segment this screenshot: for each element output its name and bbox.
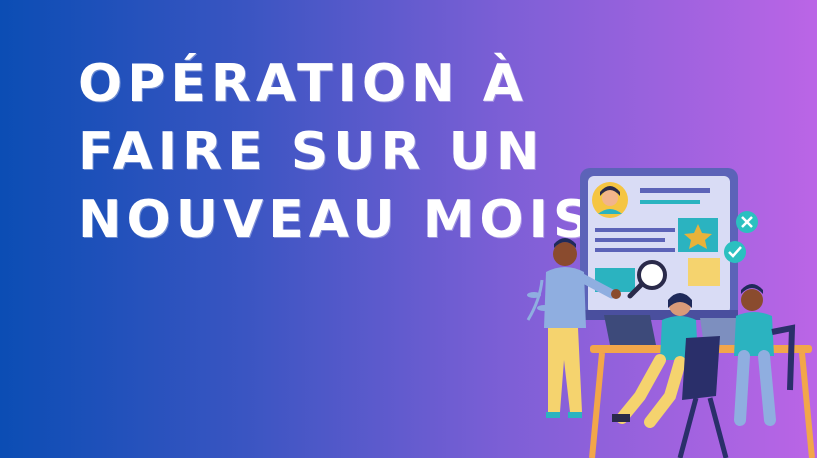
title-line-3: nouveau mois	[78, 190, 596, 250]
team-illustration	[526, 168, 815, 458]
title-line-1: Opération à	[78, 54, 528, 114]
close-icon	[736, 211, 758, 233]
banner-title: Opération à faire sur un nouveau mois	[78, 50, 596, 254]
chair	[677, 336, 729, 458]
title-line-2: faire sur un	[78, 122, 545, 182]
avatar-icon	[592, 182, 628, 218]
check-icon	[724, 241, 746, 263]
banner: Opération à faire sur un nouveau mois	[0, 0, 817, 458]
